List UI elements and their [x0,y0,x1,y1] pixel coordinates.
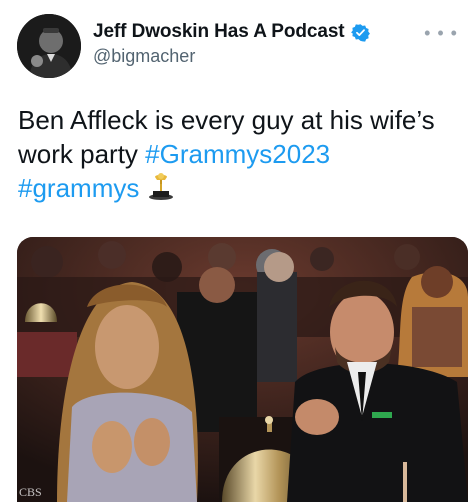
author-avatar[interactable] [17,14,81,78]
author-name-row: Jeff Dwoskin Has A Podcast [93,20,370,44]
more-options-icon[interactable]: • • • [424,24,458,42]
tweet-text: Ben Affleck is every guy at his wife’s w… [18,103,458,205]
grammy-trophy-icon [147,171,175,201]
tweet-media-photo[interactable]: CBS [17,237,468,502]
event-photo [17,237,468,502]
tweet-card: Jeff Dwoskin Has A Podcast @bigmacher • … [0,0,474,502]
author-display-name[interactable]: Jeff Dwoskin Has A Podcast [93,21,345,43]
author-handle[interactable]: @bigmacher [93,46,195,67]
hashtag-link[interactable]: #grammys [18,173,139,203]
avatar-photo [17,14,81,78]
media-watermark: CBS [19,485,42,499]
hashtag-link[interactable]: #Grammys2023 [145,139,330,169]
verified-badge-icon [350,23,370,42]
